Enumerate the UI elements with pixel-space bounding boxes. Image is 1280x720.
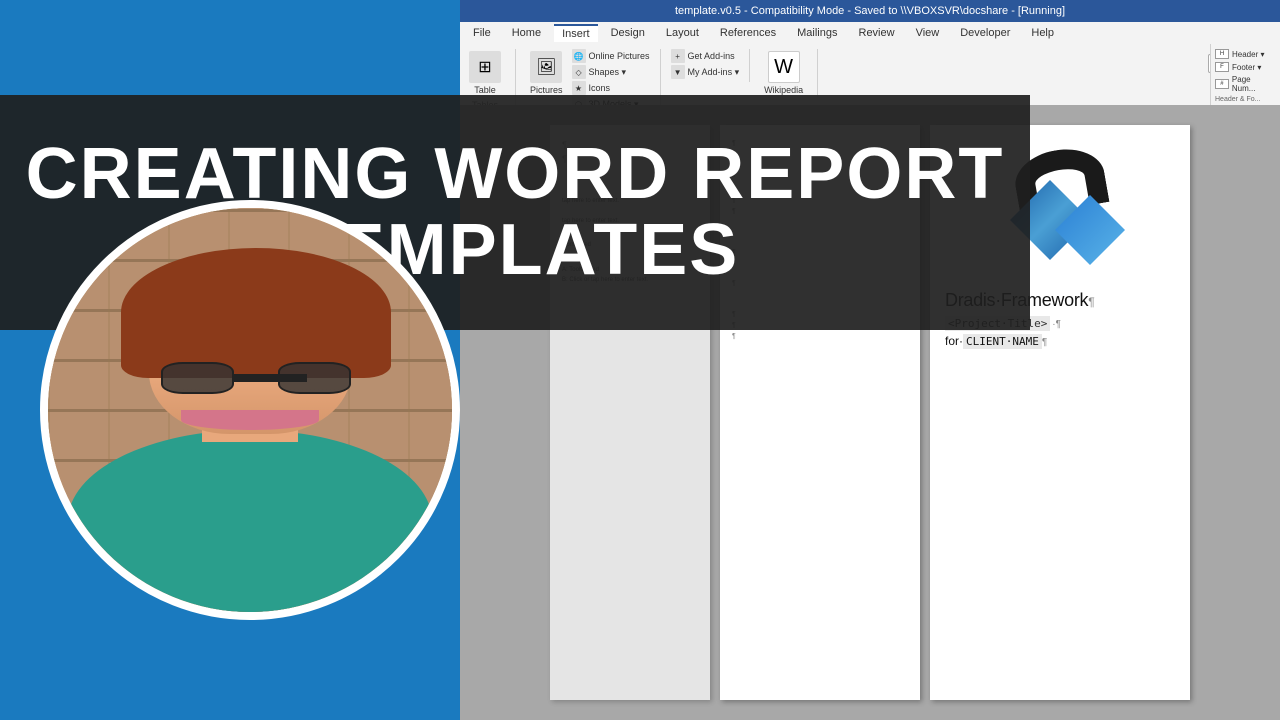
page-number-button[interactable]: # Page Num... xyxy=(1215,75,1276,93)
tab-help[interactable]: Help xyxy=(1023,25,1062,41)
wikipedia-label: Wikipedia xyxy=(764,85,803,95)
tab-design[interactable]: Design xyxy=(603,25,653,41)
tab-review[interactable]: Review xyxy=(851,25,903,41)
header-label: Header ▾ xyxy=(1232,50,1264,59)
my-addins-button[interactable]: ▼ My Add-ins ▾ xyxy=(671,65,740,79)
hf-label: Header & Fo... xyxy=(1215,96,1261,103)
icons-label: Icons xyxy=(589,83,611,93)
get-addins-button[interactable]: + Get Add-ins xyxy=(671,49,740,63)
ribbon-group-addins: + Get Add-ins ▼ My Add-ins ▾ xyxy=(671,49,751,82)
pictures-button[interactable]: 🖼 Pictures xyxy=(526,49,567,97)
person-smile xyxy=(181,410,318,430)
avatar-container xyxy=(40,200,460,620)
footer-button[interactable]: F Footer ▾ xyxy=(1215,62,1276,72)
table-icon: ⊞ xyxy=(469,51,501,83)
dradis-title-pilcrow: ¶ xyxy=(1088,295,1094,309)
tab-home[interactable]: Home xyxy=(504,25,549,41)
online-pictures-button[interactable]: 🌐 Online Pictures xyxy=(572,49,650,63)
tab-layout[interactable]: Layout xyxy=(658,25,707,41)
tab-developer[interactable]: Developer xyxy=(952,25,1018,41)
dradis-project-pilcrow: ·¶ xyxy=(1052,319,1061,330)
shapes-icon: ◇ xyxy=(572,65,586,79)
title-bar-text: template.v0.5 - Compatibility Mode - Sav… xyxy=(675,5,1065,17)
glasses-bridge xyxy=(234,374,307,382)
pictures-label: Pictures xyxy=(530,85,563,95)
footer-label: Footer ▾ xyxy=(1232,63,1261,72)
addin-items: + Get Add-ins ▼ My Add-ins ▾ xyxy=(671,49,740,79)
ribbon-title-bar: template.v0.5 - Compatibility Mode - Sav… xyxy=(460,0,1280,22)
page-number-label: Page Num... xyxy=(1232,75,1276,93)
get-addins-icon: + xyxy=(671,49,685,63)
page-number-icon: # xyxy=(1215,79,1229,89)
dradis-client-name: CLIENT·NAME xyxy=(963,334,1042,349)
ribbon-tabs[interactable]: File Home Insert Design Layout Reference… xyxy=(460,22,1280,44)
dradis-client-pilcrow: ¶ xyxy=(1042,337,1047,348)
online-pictures-label: Online Pictures xyxy=(589,51,650,61)
my-addins-label: My Add-ins ▾ xyxy=(688,67,740,78)
tab-file[interactable]: File xyxy=(465,25,499,41)
online-pictures-icon: 🌐 xyxy=(572,49,586,63)
wikipedia-icon: W xyxy=(768,51,800,83)
shapes-label: Shapes ▾ xyxy=(589,67,627,78)
header-icon: H xyxy=(1215,49,1229,59)
wikipedia-button[interactable]: W Wikipedia xyxy=(760,49,807,97)
person-body-shape xyxy=(68,430,432,612)
footer-icon: F xyxy=(1215,62,1229,72)
icons-button[interactable]: ★ Icons xyxy=(572,81,650,95)
dradis-client-line: for·CLIENT·NAME¶ xyxy=(945,334,1175,348)
header-button[interactable]: H Header ▾ xyxy=(1215,49,1276,59)
pilcrow-p2-9: ¶ xyxy=(732,333,736,340)
tab-references[interactable]: References xyxy=(712,25,784,41)
ribbon-group-media: W Wikipedia xyxy=(760,49,818,97)
my-addins-icon: ▼ xyxy=(671,65,685,79)
dradis-for-text: for· xyxy=(945,334,963,348)
table-label: Table xyxy=(474,85,496,95)
header-footer-panel: H Header ▾ F Footer ▾ # Page Num... Head… xyxy=(1210,44,1280,108)
tab-view[interactable]: View xyxy=(908,25,948,41)
person-hair-shape xyxy=(121,248,392,377)
avatar-circle xyxy=(40,200,460,620)
presenter-photo xyxy=(48,208,452,612)
table-button[interactable]: ⊞ Table xyxy=(465,49,505,97)
tab-mailings[interactable]: Mailings xyxy=(789,25,845,41)
pictures-icon: 🖼 xyxy=(530,51,562,83)
icons-icon: ★ xyxy=(572,81,586,95)
header-footer-group-label: Header & Fo... xyxy=(1215,96,1276,103)
shapes-button[interactable]: ◇ Shapes ▾ xyxy=(572,65,650,79)
get-addins-label: Get Add-ins xyxy=(688,51,735,61)
tab-insert[interactable]: Insert xyxy=(554,24,598,42)
glasses-left xyxy=(161,362,234,394)
